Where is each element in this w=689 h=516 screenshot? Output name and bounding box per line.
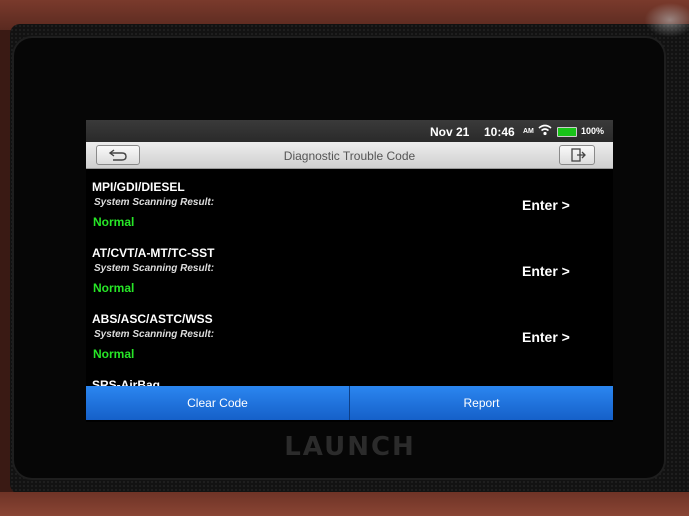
battery-icon bbox=[557, 127, 577, 137]
list-item[interactable]: SRS-AirBag bbox=[86, 367, 613, 388]
list-item[interactable]: ABS/ASC/ASTC/WSS System Scanning Result:… bbox=[86, 301, 613, 367]
system-name: ABS/ASC/ASTC/WSS bbox=[92, 312, 213, 326]
clear-code-button[interactable]: Clear Code bbox=[86, 386, 350, 420]
page-title: Diagnostic Trouble Code bbox=[283, 149, 416, 163]
list-item[interactable]: AT/CVT/A-MT/TC-SST System Scanning Resul… bbox=[86, 235, 613, 301]
enter-button[interactable]: Enter > bbox=[522, 263, 570, 279]
exit-button[interactable] bbox=[559, 145, 595, 165]
system-list: MPI/GDI/DIESEL System Scanning Result: N… bbox=[86, 169, 613, 388]
scan-result-label: System Scanning Result: bbox=[94, 197, 215, 208]
system-name: MPI/GDI/DIESEL bbox=[92, 180, 185, 194]
light-glare bbox=[640, 0, 689, 40]
exit-icon bbox=[560, 148, 594, 168]
device-screen: Nov 21 10:46 AM 100% Diagnostic Trouble … bbox=[86, 120, 613, 422]
enter-button[interactable]: Enter > bbox=[522, 329, 570, 345]
brand-logo: LAUNCH bbox=[284, 432, 416, 462]
title-bar: Diagnostic Trouble Code bbox=[86, 142, 613, 169]
device-case-bottom bbox=[0, 492, 689, 516]
scan-result-status: Normal bbox=[93, 281, 135, 295]
scan-result-label: System Scanning Result: bbox=[94, 263, 215, 274]
list-item[interactable]: MPI/GDI/DIESEL System Scanning Result: N… bbox=[86, 169, 613, 235]
bottom-action-bar: Clear Code Report bbox=[86, 386, 613, 420]
status-date: Nov 21 bbox=[430, 125, 470, 139]
status-battery: 100% bbox=[581, 126, 605, 136]
scan-result-status: Normal bbox=[93, 347, 135, 361]
wifi-icon bbox=[538, 124, 552, 139]
status-ampm: AM bbox=[523, 128, 534, 135]
status-time: 10:46 bbox=[484, 125, 515, 139]
enter-button[interactable]: Enter > bbox=[522, 197, 570, 213]
scan-result-label: System Scanning Result: bbox=[94, 329, 215, 340]
status-bar: Nov 21 10:46 AM 100% bbox=[86, 120, 613, 142]
system-name: AT/CVT/A-MT/TC-SST bbox=[92, 246, 215, 260]
report-button[interactable]: Report bbox=[350, 386, 613, 420]
scan-result-status: Normal bbox=[93, 215, 135, 229]
